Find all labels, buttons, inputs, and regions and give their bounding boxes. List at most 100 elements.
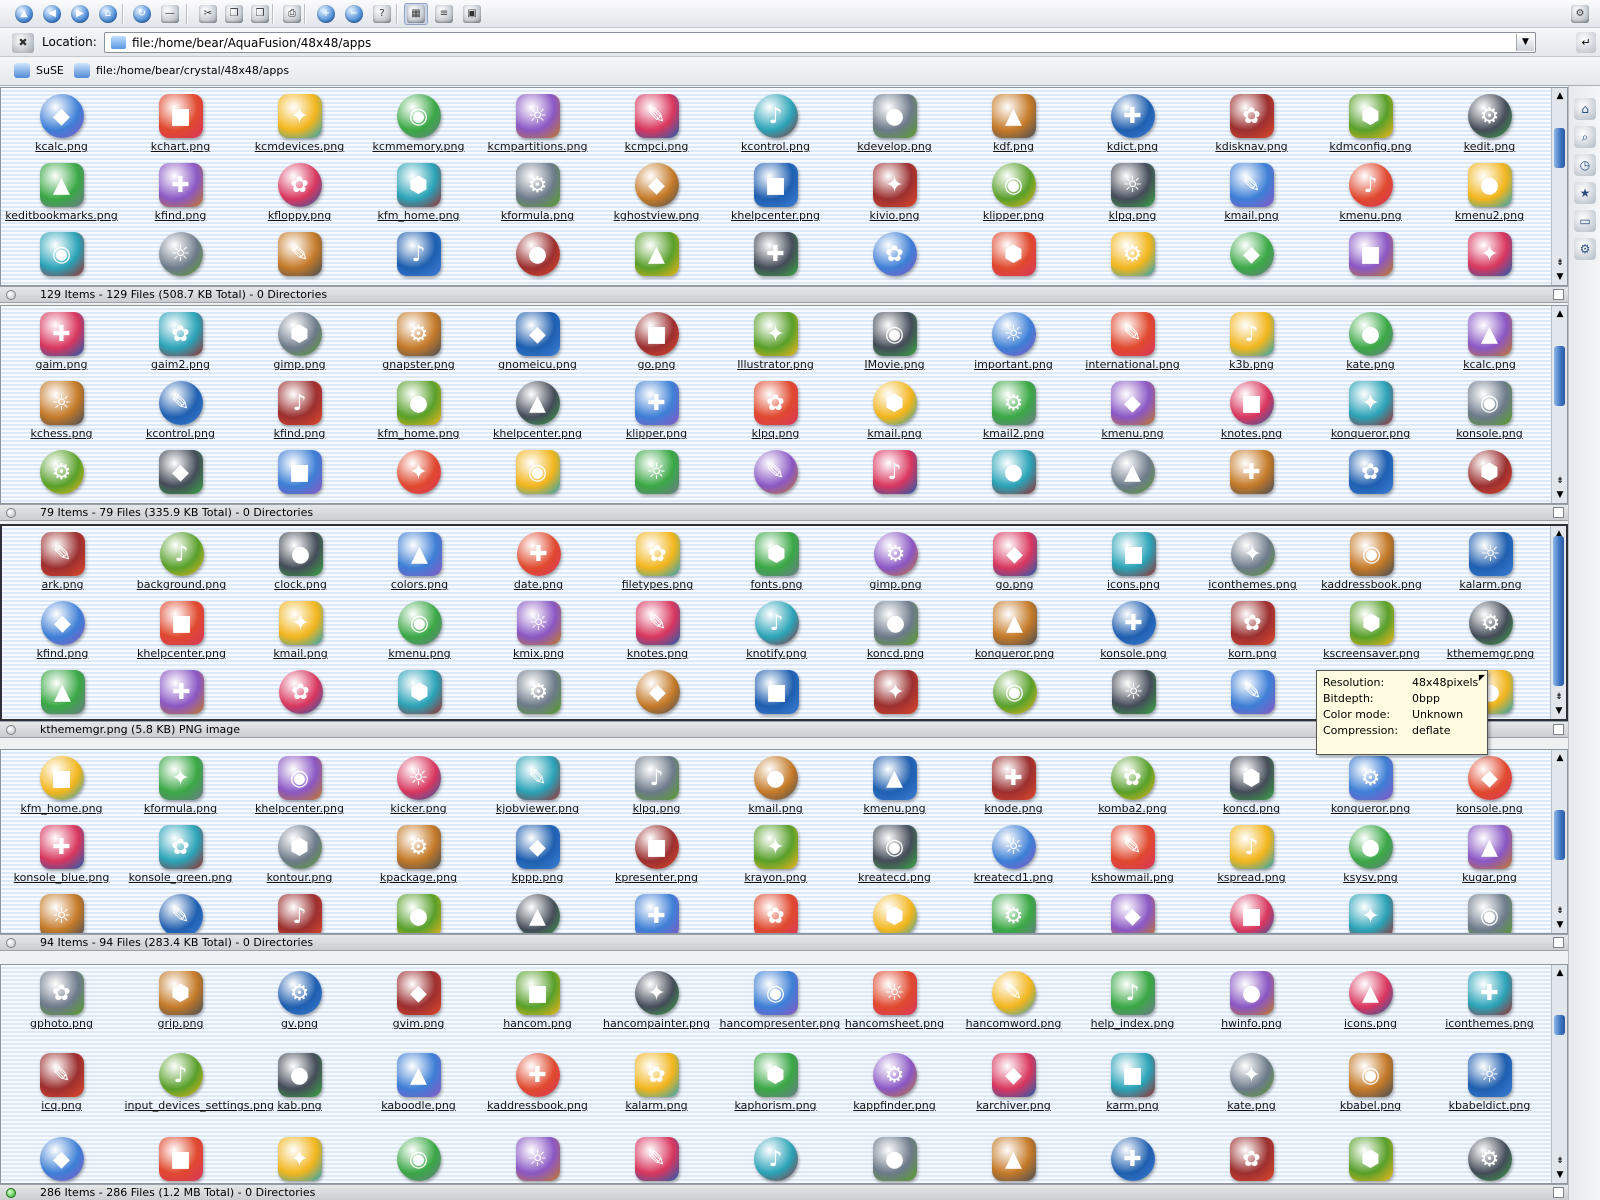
file-item[interactable]: ⬢ kmail.png <box>836 381 953 440</box>
active-view-indicator-icon[interactable] <box>6 938 16 948</box>
file-item[interactable]: ▲ keditbookmarks.png <box>3 163 120 222</box>
scroll-down-arrow-icon[interactable]: ▼ <box>1552 704 1566 718</box>
file-item[interactable]: ■ <box>1312 232 1429 276</box>
scroll-down-arrow-icon[interactable]: ▼ <box>1553 1168 1567 1182</box>
file-item[interactable]: ⬢ koncd.png <box>1193 756 1310 815</box>
file-item[interactable]: ☼ <box>122 232 239 276</box>
file-item[interactable]: ⚙ <box>3 450 120 494</box>
file-item[interactable]: ♪ kcontrol.png <box>717 94 834 153</box>
file-item[interactable]: ✿ kalarm.png <box>598 1053 715 1112</box>
file-item[interactable]: ♪ klpq.png <box>598 756 715 815</box>
bookmarks-icon[interactable]: ★ <box>1574 182 1596 204</box>
file-item[interactable]: ◉ kcmmemory.png <box>360 94 477 153</box>
file-item[interactable]: ⬢ kaphorism.png <box>717 1053 834 1112</box>
file-item[interactable]: ◉ IMovie.png <box>836 312 953 371</box>
stop-button[interactable]: — <box>158 3 182 25</box>
file-item[interactable]: ⚙ <box>1431 1137 1548 1181</box>
file-item[interactable]: ♪ background.png <box>123 532 240 591</box>
history-icon[interactable]: ◷ <box>1574 154 1596 176</box>
file-item[interactable]: ✿ kfloppy.png <box>241 163 358 222</box>
file-item[interactable]: ● kfm_home.png <box>360 381 477 440</box>
file-item[interactable]: ✦ kformula.png <box>122 756 239 815</box>
scroll-up-arrow-icon[interactable]: ▲ <box>1553 307 1567 321</box>
location-url[interactable]: file:/home/bear/AquaFusion/48x48/apps <box>132 36 371 50</box>
file-item[interactable]: ⚙ kthememgr.png <box>1432 601 1549 660</box>
file-item[interactable]: ♪ kspread.png <box>1193 825 1310 884</box>
file-item[interactable]: ♪ <box>360 232 477 276</box>
file-item[interactable]: ● kmail.png <box>717 756 834 815</box>
file-item[interactable]: ● koncd.png <box>837 601 954 660</box>
file-item[interactable]: ☼ <box>598 450 715 494</box>
file-item[interactable]: ✚ date.png <box>480 532 597 591</box>
file-item[interactable]: ■ <box>241 450 358 494</box>
file-item[interactable]: ◉ konsole.png <box>1431 381 1548 440</box>
file-item[interactable]: ✎ <box>1194 670 1311 714</box>
file-item[interactable]: ▲ kaboodle.png <box>360 1053 477 1112</box>
file-item[interactable]: ■ icons.png <box>1075 532 1192 591</box>
scroll-thumb[interactable] <box>1554 810 1565 860</box>
security-button[interactable]: ? <box>370 3 394 25</box>
file-item[interactable]: ■ hancom.png <box>479 971 596 1030</box>
file-item[interactable]: ✎ <box>241 232 358 276</box>
scroll-up-arrow-icon[interactable]: ▲ <box>1553 966 1567 980</box>
file-item[interactable]: ✦ <box>837 670 954 714</box>
file-item[interactable]: ◆ gvim.png <box>360 971 477 1030</box>
file-item[interactable]: ◉ <box>479 450 596 494</box>
scroll-page-down-icon[interactable]: ⇟ <box>1553 1154 1567 1168</box>
file-item[interactable]: ✦ <box>360 450 477 494</box>
file-item[interactable]: ◆ karchiver.png <box>955 1053 1072 1112</box>
file-item[interactable]: ◆ <box>3 1137 120 1181</box>
go-button[interactable]: ↵ <box>1576 32 1596 53</box>
file-item[interactable]: ✦ kate.png <box>1193 1053 1310 1112</box>
link-view-checkbox[interactable] <box>1553 507 1564 518</box>
file-item[interactable]: ◉ hancompresenter.png <box>717 971 840 1030</box>
file-item[interactable]: ✿ <box>717 894 834 933</box>
link-view-checkbox[interactable] <box>1553 937 1564 948</box>
file-item[interactable]: ● <box>955 450 1072 494</box>
file-item[interactable]: ⬢ kfm_home.png <box>360 163 477 222</box>
scroll-down-arrow-icon[interactable]: ▼ <box>1553 918 1567 932</box>
file-item[interactable]: ✿ gphoto.png <box>3 971 120 1030</box>
file-item[interactable]: ◉ <box>360 1137 477 1181</box>
file-item[interactable]: ✦ <box>1431 232 1548 276</box>
file-item[interactable]: ● kab.png <box>241 1053 358 1112</box>
file-item[interactable]: ■ khelpcenter.png <box>123 601 240 660</box>
link-view-checkbox[interactable] <box>1553 1187 1564 1198</box>
file-item[interactable]: ● <box>479 232 596 276</box>
file-item[interactable]: ■ kchart.png <box>122 94 239 153</box>
link-view-checkbox[interactable] <box>1553 289 1564 300</box>
file-item[interactable]: ⚙ konqueror.png <box>1312 756 1429 815</box>
file-item[interactable]: ✿ klpq.png <box>717 381 834 440</box>
file-item[interactable]: ◆ gnomeicu.png <box>479 312 596 371</box>
zoom-in-button[interactable]: + <box>314 3 338 25</box>
forward-button[interactable]: ▶ <box>68 3 92 25</box>
file-item[interactable]: ■ kpresenter.png <box>598 825 715 884</box>
view-profile-button[interactable]: ▣ <box>460 3 484 25</box>
location-dropdown-icon[interactable]: ▼ <box>1516 34 1534 51</box>
scroll-down-arrow-icon[interactable]: ▼ <box>1553 270 1567 284</box>
file-item[interactable]: ⬢ kdmconfig.png <box>1312 94 1429 153</box>
scroll-page-down-icon[interactable]: ⇟ <box>1553 474 1567 488</box>
copy-button[interactable]: ❐ <box>222 3 246 25</box>
file-item[interactable]: ⬢ <box>836 894 953 933</box>
file-item[interactable]: ✦ kmail.png <box>242 601 359 660</box>
file-item[interactable]: ▲ konqueror.png <box>956 601 1073 660</box>
file-item[interactable]: ⚙ kformula.png <box>479 163 596 222</box>
vertical-scrollbar[interactable]: ▲ ⇟ ▼ <box>1551 965 1567 1183</box>
file-item[interactable]: ⬢ kontour.png <box>241 825 358 884</box>
file-item[interactable]: ✿ <box>1312 450 1429 494</box>
file-item[interactable]: ✦ kivio.png <box>836 163 953 222</box>
file-item[interactable]: ◉ kmenu.png <box>361 601 478 660</box>
file-item[interactable]: ■ kfm_home.png <box>3 756 120 815</box>
file-item[interactable]: ✦ <box>1312 894 1429 933</box>
file-item[interactable]: ✦ Illustrator.png <box>717 312 834 371</box>
location-input[interactable]: file:/home/bear/AquaFusion/48x48/apps ▼ <box>104 32 1536 53</box>
file-item[interactable]: ✿ filetypes.png <box>599 532 716 591</box>
scroll-page-down-icon[interactable]: ⇟ <box>1553 904 1567 918</box>
bookmark-suse[interactable]: SuSE <box>14 63 64 78</box>
file-item[interactable]: ✿ kdisknav.png <box>1193 94 1310 153</box>
file-item[interactable]: ■ knotes.png <box>1193 381 1310 440</box>
vertical-scrollbar[interactable]: ▲ ⇟ ▼ <box>1551 88 1567 285</box>
file-item[interactable]: ✎ ark.png <box>4 532 121 591</box>
file-item[interactable]: ✎ <box>598 1137 715 1181</box>
